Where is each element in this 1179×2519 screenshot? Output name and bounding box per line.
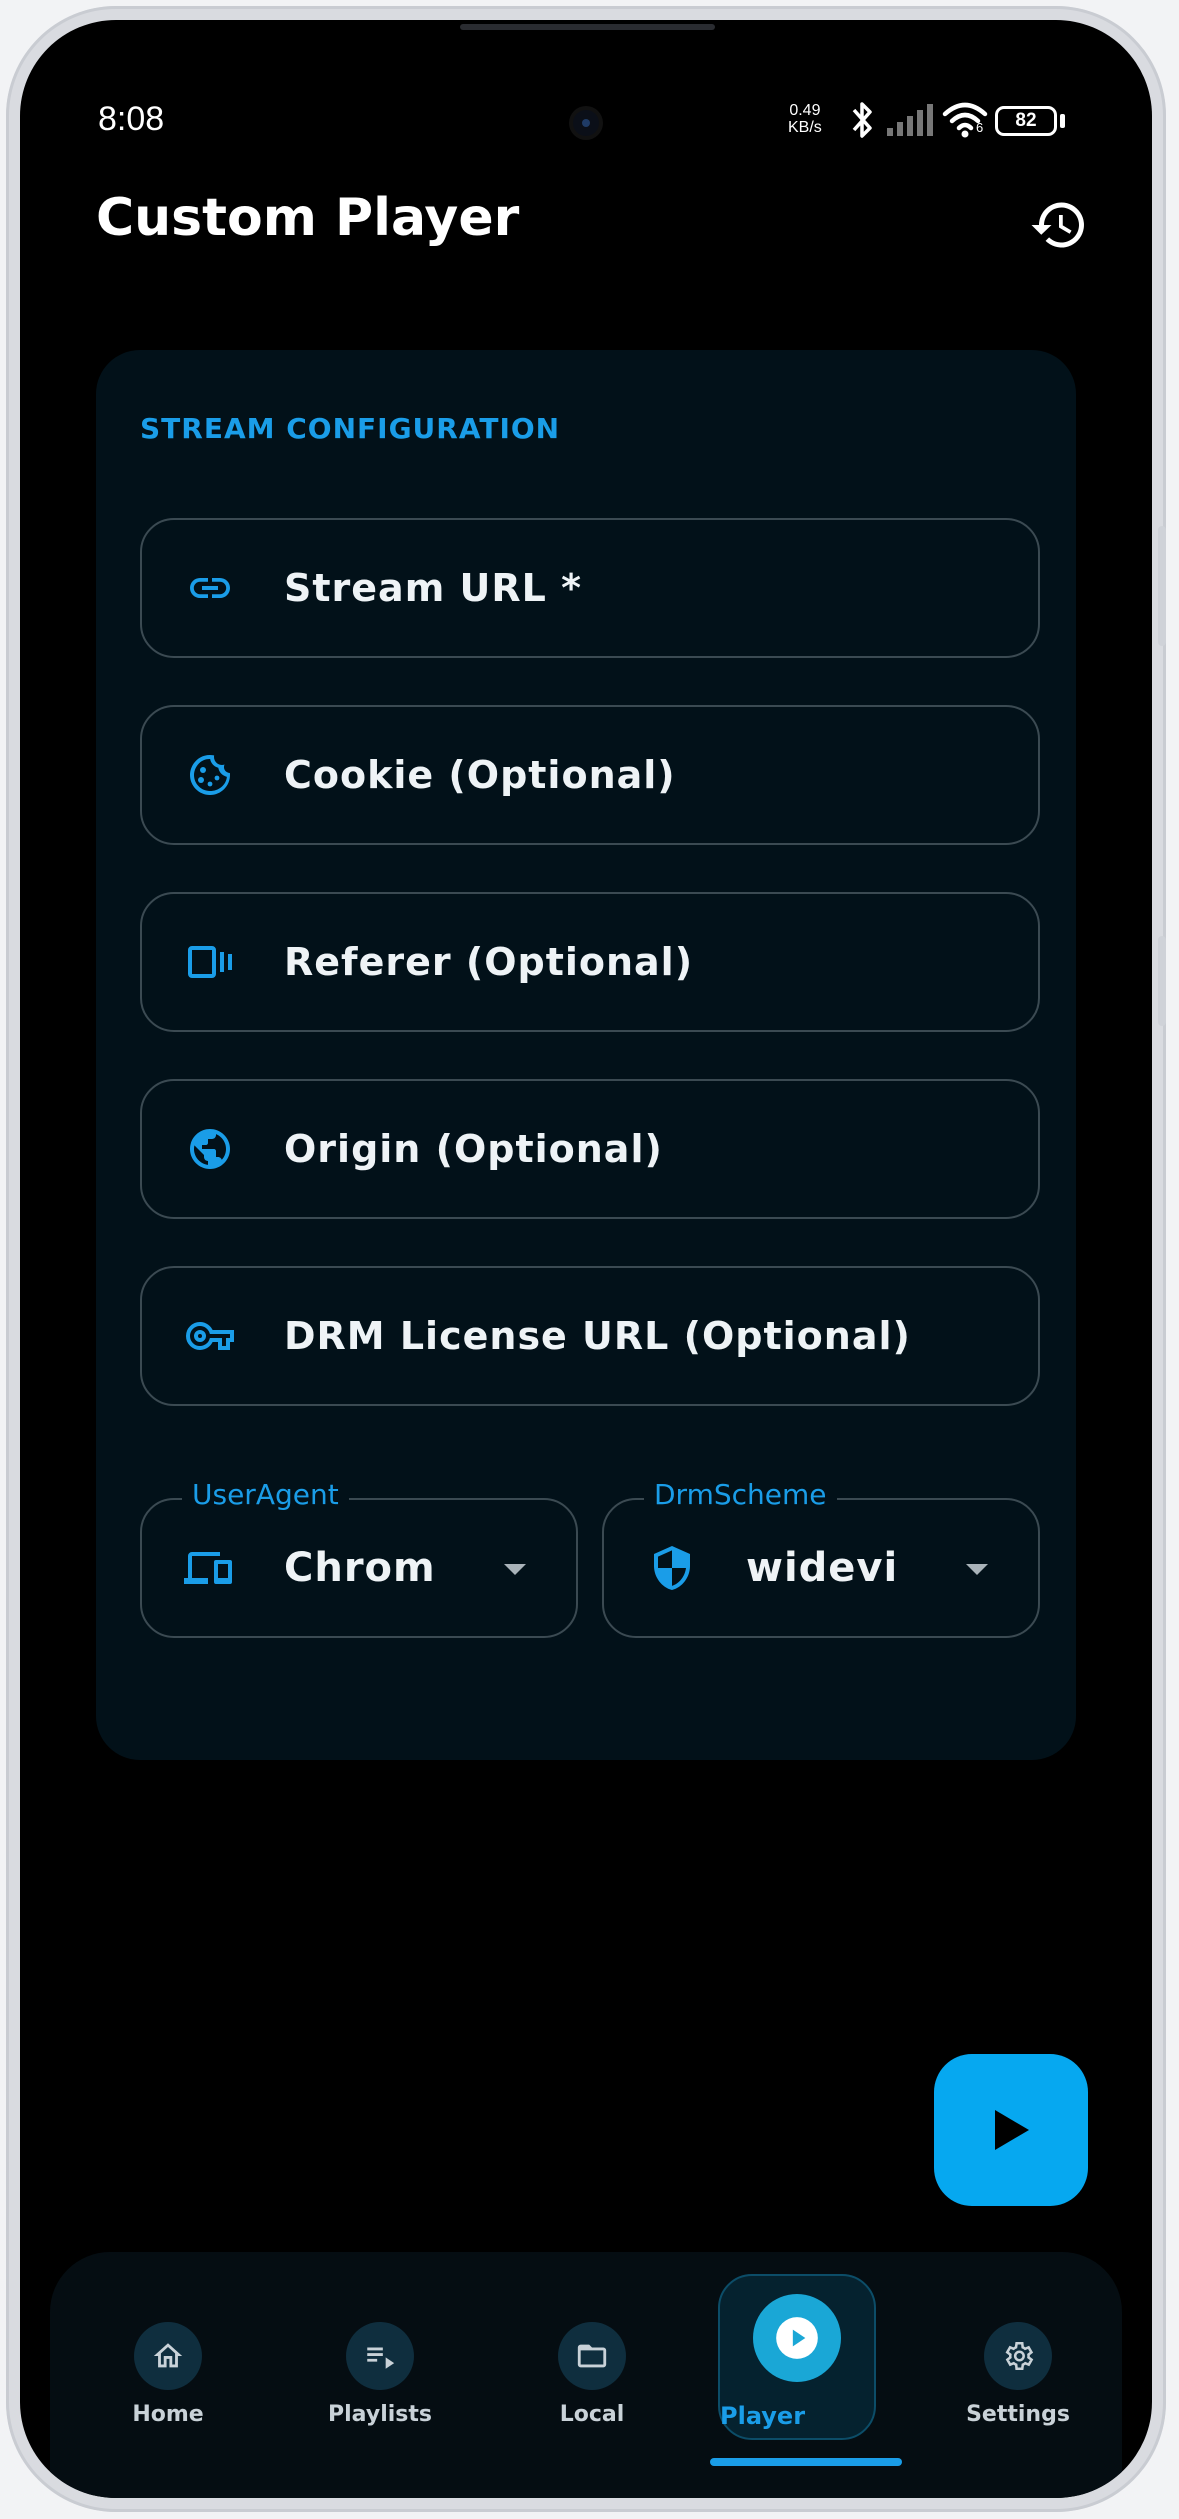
stream-url-field[interactable]: Stream URL *: [140, 518, 1040, 658]
play-circle-icon: [753, 2294, 841, 2382]
drm-scheme-legend: DrmScheme: [644, 1478, 837, 1511]
shield-icon: [642, 1538, 702, 1598]
nav-label-player: Player: [720, 2402, 806, 2430]
cookie-icon: [180, 745, 240, 805]
network-speed: 0.49 KB/s: [788, 102, 822, 136]
page-title: Custom Player: [96, 188, 520, 248]
cookie-field[interactable]: Cookie (Optional): [140, 705, 1040, 845]
power-button: [1158, 936, 1166, 1026]
network-speed-value: 0.49: [789, 102, 821, 119]
nav-item-playlists[interactable]: Playlists: [310, 2252, 450, 2452]
screen: 8:08 0.49 KB/s 6 82 Custom Player STREAM…: [20, 20, 1152, 2498]
signal-icon: [887, 104, 933, 136]
bluetooth-icon: [852, 102, 872, 138]
network-speed-unit: KB/s: [788, 119, 822, 136]
drm-scheme-dropdown[interactable]: DrmScheme widevine: [602, 1478, 1040, 1638]
earpiece: [460, 24, 715, 30]
user-agent-legend: UserAgent: [182, 1478, 349, 1511]
referer-icon: [180, 932, 240, 992]
referer-field[interactable]: Referer (Optional): [140, 892, 1040, 1032]
devices-icon: [180, 1538, 240, 1598]
globe-icon: [180, 1119, 240, 1179]
nav-item-local[interactable]: Local: [522, 2252, 662, 2452]
volume-button: [1158, 526, 1166, 646]
play-fab-button[interactable]: [934, 2054, 1088, 2206]
nav-label-playlists: Playlists: [328, 2402, 432, 2427]
stream-configuration-card: STREAM CONFIGURATION Stream URL * Cookie…: [96, 350, 1076, 1760]
signal-subscript: 6: [976, 120, 984, 135]
nav-label-local: Local: [559, 2402, 625, 2427]
cookie-label: Cookie (Optional): [284, 753, 676, 797]
link-icon: [180, 558, 240, 618]
play-icon: [995, 2110, 1029, 2150]
playlist-icon: [346, 2322, 414, 2390]
battery-tip: [1060, 114, 1065, 128]
section-title: STREAM CONFIGURATION: [140, 412, 561, 445]
origin-field[interactable]: Origin (Optional): [140, 1079, 1040, 1219]
chevron-down-icon: [504, 1564, 526, 1575]
gear-icon: [984, 2322, 1052, 2390]
folder-icon: [558, 2322, 626, 2390]
bottom-navigation: Home Playlists Local Player Settings: [50, 2252, 1122, 2498]
user-agent-dropdown[interactable]: UserAgent Chrome: [140, 1478, 578, 1638]
nav-item-settings[interactable]: Settings: [948, 2252, 1088, 2452]
history-icon: [1031, 202, 1084, 248]
key-icon: [180, 1306, 240, 1366]
origin-label: Origin (Optional): [284, 1127, 663, 1171]
chevron-down-icon: [966, 1564, 988, 1575]
nav-item-home[interactable]: Home: [98, 2252, 238, 2452]
phone-frame: 8:08 0.49 KB/s 6 82 Custom Player STREAM…: [6, 6, 1166, 2512]
nav-label-home: Home: [132, 2402, 204, 2427]
history-button[interactable]: [1024, 190, 1094, 260]
front-camera: [573, 110, 599, 136]
status-bar: 8:08 0.49 KB/s 6 82: [20, 90, 1152, 150]
battery-indicator: 82: [995, 106, 1057, 136]
nav-label-settings: Settings: [966, 2402, 1070, 2427]
user-agent-value: Chrome: [284, 1545, 434, 1591]
status-time: 8:08: [98, 100, 165, 138]
nav-active-indicator: [710, 2458, 902, 2466]
referer-label: Referer (Optional): [284, 940, 694, 984]
nav-item-player[interactable]: Player: [718, 2274, 876, 2440]
home-icon: [134, 2322, 202, 2390]
drm-scheme-value: widevine: [746, 1545, 896, 1591]
drm-license-url-field[interactable]: DRM License URL (Optional): [140, 1266, 1040, 1406]
stream-url-label: Stream URL *: [284, 566, 582, 610]
drm-license-url-label: DRM License URL (Optional): [284, 1314, 911, 1358]
